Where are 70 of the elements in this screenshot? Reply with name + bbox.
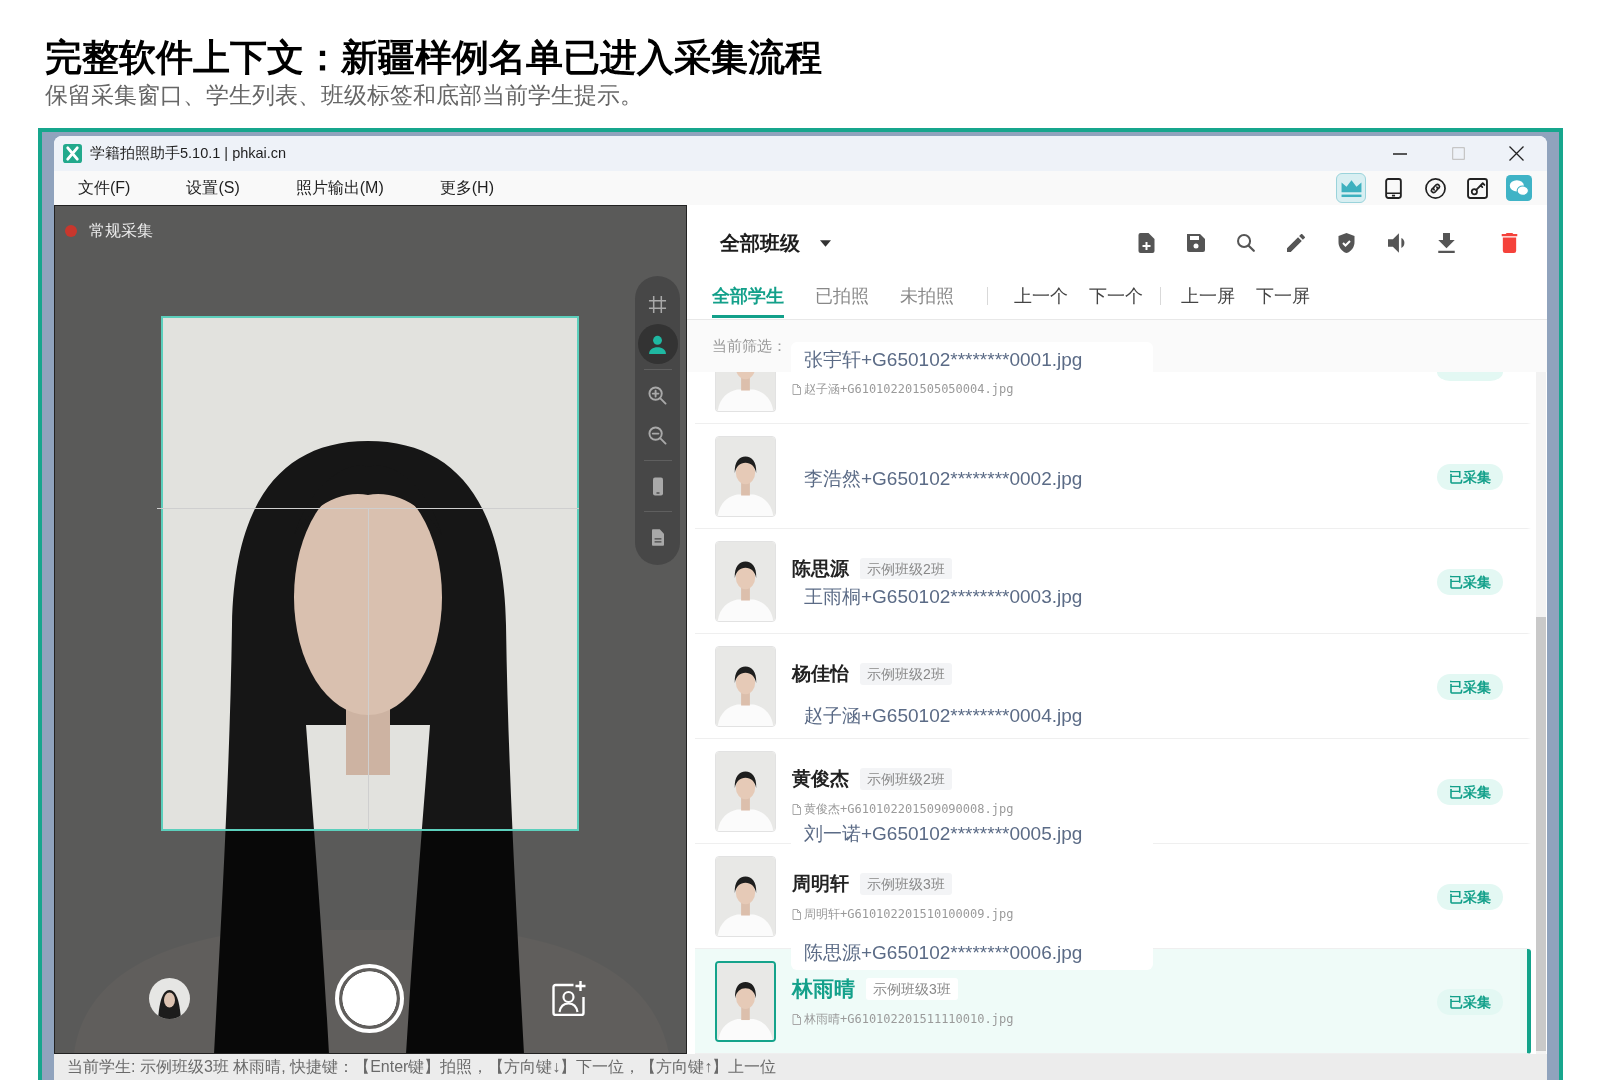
download-icon [1437, 233, 1455, 253]
search-icon [1237, 234, 1255, 252]
file-plus-icon [1137, 233, 1155, 253]
file-name: 林雨晴+G610102201511110010.jpg [804, 1011, 1014, 1027]
grid-icon [648, 294, 667, 314]
file-icon [792, 1013, 801, 1025]
class-tag: 示例班级2班 [860, 558, 952, 580]
student-name: 林雨晴 [792, 976, 855, 1002]
app-logo-icon [63, 144, 82, 163]
class-tag: 示例班级2班 [860, 663, 952, 685]
scrollbar[interactable] [1536, 372, 1546, 1054]
student-name: 杨佳怡 [792, 662, 849, 686]
zoom-out-icon [648, 425, 667, 445]
file-name: 赵子涵+G610102201505050004.jpg [804, 381, 1014, 397]
nav-button[interactable]: 下一屏 [1256, 282, 1310, 318]
file-icon [792, 803, 801, 815]
close-icon [1508, 146, 1524, 161]
tablet-icon [1382, 177, 1404, 199]
status-badge: 已采集 [1437, 569, 1503, 595]
chat-bubbles-icon [1506, 175, 1532, 201]
filter-label: 当前筛选： [712, 337, 787, 354]
zoom-in-icon [648, 385, 667, 405]
shield-check-icon [1337, 233, 1355, 253]
capture-mode-label: 常规采集 [89, 221, 153, 241]
status-badge: 已采集 [1437, 674, 1503, 700]
nav-button[interactable]: 上一屏 [1181, 282, 1235, 318]
window-title: 学籍拍照助手5.10.1 | phkai.cn [90, 144, 287, 163]
phone-icon [651, 476, 664, 496]
student-name: 陈思源 [792, 557, 849, 581]
person-icon [648, 334, 667, 354]
pencil-icon [1287, 234, 1305, 252]
status-pill [1437, 372, 1503, 381]
file-icon [792, 908, 801, 920]
menu-item[interactable]: 文件(F) [78, 177, 131, 199]
status-badge: 已采集 [1437, 464, 1503, 490]
caret-icon [820, 239, 831, 247]
class-tag: 示例班级2班 [860, 768, 952, 790]
menu-item[interactable]: 照片输出(M) [295, 177, 384, 199]
class-dropdown[interactable]: 全部班级 [720, 229, 831, 257]
file-name: 黄俊杰+G610102201509090008.jpg [804, 801, 1014, 817]
crown-icon [1340, 177, 1362, 199]
person-tool-button[interactable] [637, 324, 678, 364]
status-badge: 已采集 [1437, 884, 1503, 910]
document-icon [651, 527, 664, 547]
file-icon [792, 383, 801, 395]
status-bar: 当前学生: 示例班级3班 林雨晴, 快捷键：【Enter键】拍照，【方向键↓】下一位，【方向键↑】上一位 [54, 1054, 1547, 1080]
link-icon [1424, 177, 1446, 199]
filter-tab[interactable]: 已拍照 [815, 282, 869, 318]
page-subtitle: 保留采集窗口、学生列表、班级标签和底部当前学生提示。 [45, 81, 644, 109]
file-name: 周明轩+G610102201510100009.jpg [804, 906, 1014, 922]
speaker-icon [1387, 233, 1405, 253]
student-name: 黄俊杰 [792, 767, 849, 791]
student-name: 周明轩 [792, 872, 849, 896]
menu-item[interactable]: 设置(S) [186, 177, 240, 199]
maximize-icon [1451, 147, 1465, 160]
page-heading: 完整软件上下文：新疆样例名单已进入采集流程 [45, 37, 823, 79]
status-badge: 已采集 [1437, 989, 1503, 1015]
status-badge: 已采集 [1437, 779, 1503, 805]
nav-button[interactable]: 下一个 [1089, 282, 1143, 318]
minimize-icon [1393, 152, 1407, 155]
add-photo-button[interactable] [551, 980, 587, 1016]
add-portrait-icon [551, 980, 587, 1016]
class-tag: 示例班级3班 [866, 978, 958, 1000]
class-tag: 示例班级3班 [860, 873, 952, 895]
nav-button[interactable]: 上一个 [1014, 282, 1068, 318]
scrollbar-thumb[interactable] [1536, 617, 1546, 1051]
menu-item[interactable]: 更多(H) [439, 177, 494, 199]
trash-icon [1500, 233, 1518, 253]
key-icon [1466, 177, 1488, 199]
filter-tab[interactable]: 未拍照 [900, 282, 954, 318]
